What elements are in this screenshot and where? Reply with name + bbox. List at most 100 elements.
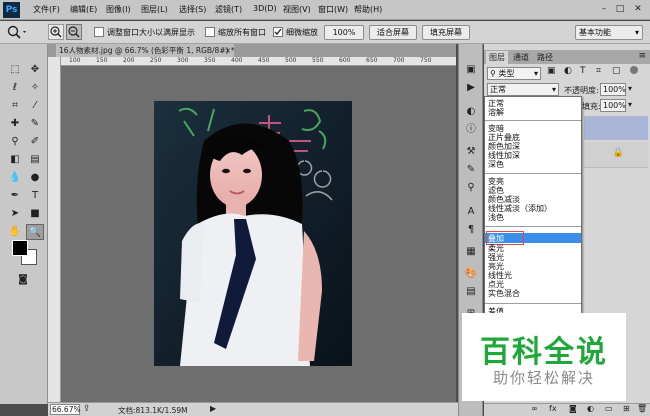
- minimize-icon[interactable]: –: [598, 3, 610, 15]
- type-tool-icon[interactable]: T: [26, 188, 44, 204]
- clone-stamp-icon[interactable]: ⚲: [6, 134, 24, 150]
- blend-option[interactable]: 强光: [488, 253, 504, 262]
- adjust-icon[interactable]: ◐: [462, 104, 480, 120]
- menu-window[interactable]: 窗口(W): [318, 4, 348, 15]
- zoom-tool-preset[interactable]: [5, 24, 29, 41]
- horizontal-ruler[interactable]: 100 150 200 250 300 350 400 450 500 550 …: [61, 57, 456, 66]
- crop-tool-icon[interactable]: ⌗: [6, 98, 24, 114]
- scrubby-zoom-checkbox[interactable]: [273, 27, 283, 37]
- blend-option[interactable]: 点光: [488, 280, 504, 289]
- zoom-tool-icon[interactable]: 🔍: [26, 224, 44, 240]
- blend-option-overlay[interactable]: 叠加: [488, 234, 504, 243]
- shape-tool-icon[interactable]: ■: [26, 206, 44, 222]
- link-layers-icon[interactable]: ∞: [531, 404, 538, 413]
- workspace-select[interactable]: 基本功能 ▾: [575, 25, 643, 40]
- blend-option[interactable]: 正片叠底: [488, 133, 520, 142]
- brush-tool-icon[interactable]: ✎: [26, 116, 44, 132]
- actions-play-icon[interactable]: ▶: [462, 80, 480, 96]
- paragraph-icon[interactable]: ¶: [462, 222, 480, 238]
- lasso-tool-icon[interactable]: ℓ: [6, 80, 24, 96]
- blend-option[interactable]: 深色: [488, 160, 504, 169]
- blend-option[interactable]: 溶解: [488, 108, 504, 117]
- opacity-field[interactable]: 100%: [600, 83, 626, 96]
- blend-option[interactable]: 线性光: [488, 271, 512, 280]
- menu-help[interactable]: 帮助(H): [354, 4, 382, 15]
- blend-option[interactable]: 变亮: [488, 177, 504, 186]
- fit-screen-button[interactable]: 适合屏幕: [369, 25, 417, 40]
- brush-presets-icon[interactable]: ✎: [462, 162, 480, 178]
- blend-option[interactable]: 颜色减淡: [488, 195, 520, 204]
- tab-channels[interactable]: 通道: [510, 51, 532, 64]
- blend-option[interactable]: 浅色: [488, 213, 504, 222]
- status-menu-arrow-icon[interactable]: ▶: [210, 404, 216, 413]
- eyedropper-icon[interactable]: ⁄: [26, 98, 44, 114]
- zoom-level-field[interactable]: 66.67%: [50, 404, 81, 415]
- filter-pixel-icon[interactable]: ▣: [547, 66, 556, 76]
- menu-file[interactable]: 文件(F): [33, 4, 60, 15]
- magic-wand-icon[interactable]: ✧: [26, 80, 44, 96]
- new-group-icon[interactable]: ▭: [605, 404, 613, 413]
- gradient-tool-icon[interactable]: ▤: [26, 152, 44, 168]
- vertical-ruler[interactable]: [48, 57, 61, 402]
- blur-tool-icon[interactable]: 💧: [6, 170, 24, 186]
- close-icon[interactable]: ✕: [632, 3, 644, 15]
- blend-option[interactable]: 颜色加深: [488, 142, 520, 151]
- filter-smart-icon[interactable]: ▢: [612, 66, 621, 76]
- document-image[interactable]: [154, 101, 352, 366]
- clone-source-icon[interactable]: ⚲: [462, 180, 480, 196]
- move-tool-icon[interactable]: ✥: [26, 62, 44, 78]
- add-mask-icon[interactable]: ◙: [569, 404, 577, 413]
- filter-shape-icon[interactable]: ⌗: [596, 66, 601, 76]
- new-layer-icon[interactable]: ⊞: [623, 404, 630, 413]
- styles-icon[interactable]: ▦: [462, 244, 480, 260]
- maximize-icon[interactable]: □: [614, 3, 626, 15]
- layer-style-icon[interactable]: fx: [549, 404, 557, 413]
- filter-toggle[interactable]: [630, 66, 638, 74]
- blend-option[interactable]: 线性加深: [488, 151, 520, 160]
- history-brush-icon[interactable]: ✐: [26, 134, 44, 150]
- document-tab[interactable]: 16人物素材.jpg @ 66.7% (色彩平衡 1, RGB/8#) * ×: [56, 44, 234, 57]
- menu-edit[interactable]: 编辑(E): [70, 4, 97, 15]
- new-adjustment-icon[interactable]: ◐: [587, 404, 594, 413]
- quick-mask-icon[interactable]: ◙: [14, 272, 32, 288]
- resize-window-checkbox[interactable]: [94, 27, 104, 37]
- dodge-tool-icon[interactable]: ●: [26, 170, 44, 186]
- blend-option[interactable]: 亮光: [488, 262, 504, 271]
- foreground-color-swatch[interactable]: [12, 240, 28, 256]
- layer-row-background[interactable]: 🔒: [584, 142, 648, 168]
- info-icon[interactable]: ⓘ: [462, 122, 480, 138]
- path-selection-icon[interactable]: ➤: [6, 206, 24, 222]
- menu-filter[interactable]: 滤镜(T): [215, 4, 242, 15]
- panel-menu-icon[interactable]: ≡: [638, 51, 646, 61]
- fill-screen-button[interactable]: 填充屏幕: [422, 25, 470, 40]
- blend-option[interactable]: 柔光: [488, 244, 504, 253]
- zoom-out-button[interactable]: [66, 24, 82, 40]
- swatches-icon[interactable]: 🎨: [462, 266, 480, 282]
- filter-adjustment-icon[interactable]: ◐: [564, 66, 572, 76]
- blend-option[interactable]: 正常: [488, 99, 504, 108]
- menu-view[interactable]: 视图(V): [283, 4, 311, 15]
- chevron-down-icon[interactable]: ▾: [628, 84, 632, 93]
- hand-tool-icon[interactable]: ✋: [6, 224, 24, 240]
- menu-select[interactable]: 选择(S): [179, 4, 206, 15]
- blend-option[interactable]: 实色混合: [488, 289, 520, 298]
- tool-presets-icon[interactable]: ⚒: [462, 144, 480, 160]
- tab-layers[interactable]: 图层: [486, 51, 508, 64]
- zoom-100-button[interactable]: 100%: [324, 25, 364, 40]
- pen-tool-icon[interactable]: ✒: [6, 188, 24, 204]
- menu-layer[interactable]: 图层(L): [141, 4, 168, 15]
- filter-type-icon[interactable]: T: [580, 66, 586, 76]
- trash-icon[interactable]: 🗑: [637, 404, 647, 413]
- fill-field[interactable]: 100%: [600, 99, 626, 112]
- zoom-in-button[interactable]: [48, 24, 64, 40]
- close-icon[interactable]: ×: [225, 44, 231, 57]
- blend-option[interactable]: 线性减淡（添加）: [488, 204, 552, 213]
- layer-row-selected[interactable]: [584, 116, 648, 140]
- tab-paths[interactable]: 路径: [534, 51, 556, 64]
- blend-option[interactable]: 变暗: [488, 124, 504, 133]
- layer-kind-filter[interactable]: ⚲ 类型 ▾: [487, 67, 541, 80]
- menu-image[interactable]: 图像(I): [106, 4, 131, 15]
- blend-mode-select[interactable]: 正常 ▾: [487, 83, 559, 96]
- menu-3d[interactable]: 3D(D): [253, 4, 277, 13]
- zoom-all-windows-checkbox[interactable]: [205, 27, 215, 37]
